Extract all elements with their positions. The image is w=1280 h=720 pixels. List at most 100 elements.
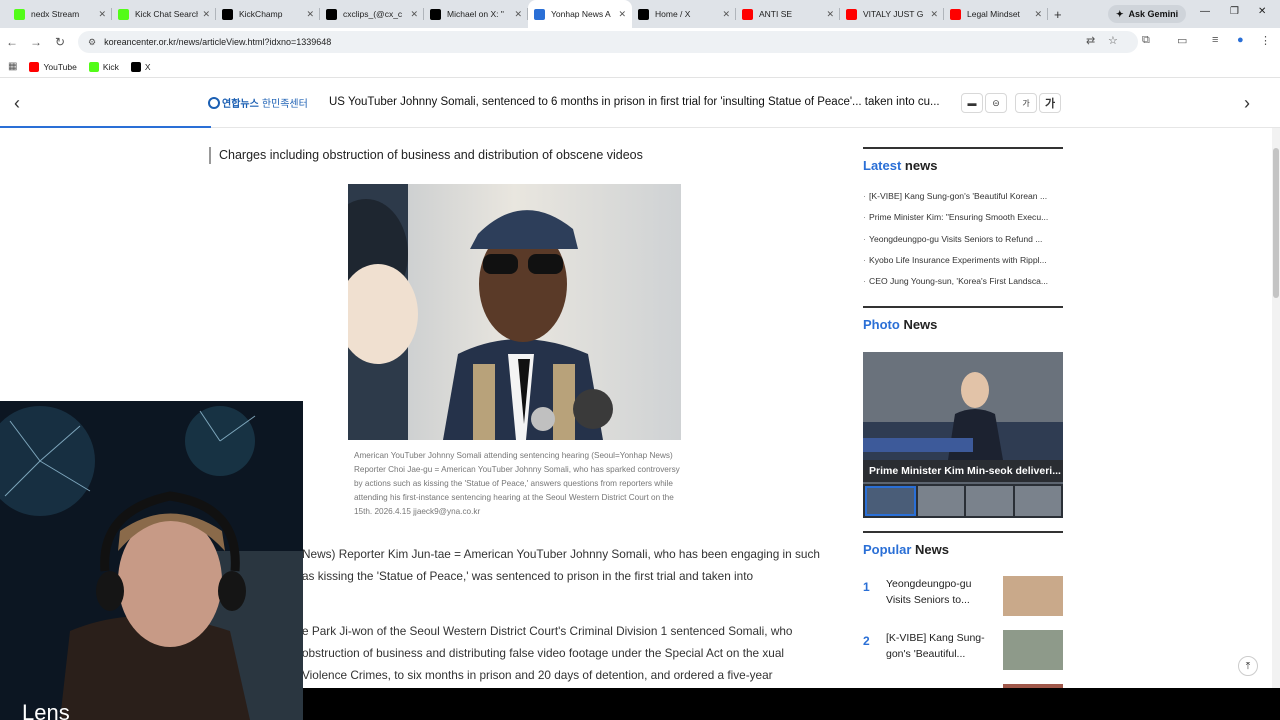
new-tab-button[interactable]: + [1054, 7, 1062, 22]
ask-gemini-button[interactable]: ✦ Ask Gemini [1108, 5, 1187, 23]
photo-news-section: Photo News [863, 306, 1063, 332]
x-icon [222, 8, 233, 20]
bookmark-item[interactable]: YouTube [29, 61, 77, 72]
youtube-icon [950, 8, 961, 20]
apps-grid-icon[interactable]: ▦ [8, 61, 17, 72]
popular-news-section: Popular News [863, 531, 1063, 557]
latest-news-item[interactable]: Prime Minister Kim: "Ensuring Smooth Exe… [863, 212, 1063, 233]
popular-thumbnail [1003, 630, 1063, 670]
browser-tab[interactable]: ANTI SE ✕ [736, 0, 840, 28]
yonhap-logo[interactable]: 연합뉴스 한민족센터 [208, 95, 308, 110]
translate-icon[interactable]: ⇄ [1086, 34, 1095, 47]
prev-article-icon[interactable]: ‹ [14, 93, 20, 114]
close-tab-icon[interactable]: ✕ [410, 9, 418, 20]
latest-news-item[interactable]: CEO Jung Young-sun, 'Korea's First Lands… [863, 276, 1063, 297]
menu-icon[interactable]: ⋮ [1260, 34, 1271, 47]
close-tab-icon[interactable]: ✕ [618, 9, 626, 20]
article-paragraph-2: e Park Ji-won of the Seoul Western Distr… [302, 624, 793, 682]
latest-title-rest: news [901, 158, 938, 173]
youtube-icon [846, 8, 857, 20]
close-tab-icon[interactable]: ✕ [826, 9, 834, 20]
profile-icon[interactable]: ● [1237, 34, 1244, 46]
header-headline: US YouTuber Johnny Somali, sentenced to … [329, 96, 940, 108]
print-icon: ▬ [967, 98, 977, 108]
close-tab-icon[interactable]: ✕ [514, 9, 522, 20]
tab-title: Kick Chat Search [135, 9, 199, 19]
print-button[interactable]: ▬ [961, 93, 983, 113]
font-increase-button[interactable]: 가 [1039, 93, 1061, 113]
bookmark-item[interactable]: X [130, 61, 151, 72]
article-subheading: Charges including obstruction of busines… [209, 147, 643, 164]
maximize-icon[interactable]: ❐ [1230, 6, 1239, 17]
article-paragraph-1: News) Reporter Kim Jun-tae = American Yo… [302, 547, 820, 583]
arrow-up-icon: ⤒ [1245, 660, 1251, 672]
close-tab-icon[interactable]: ✕ [722, 9, 730, 20]
site-info-icon[interactable]: ⚙ [88, 37, 96, 48]
font-large-label: 가 [1044, 98, 1056, 110]
latest-news-item[interactable]: Yeongdeungpo-gu Visits Seniors to Refund… [863, 234, 1063, 255]
reload-icon[interactable]: ↻ [48, 35, 72, 49]
latest-news-title: Latest news [863, 158, 1063, 173]
photo-news-card[interactable]: Prime Minister Kim Min-seok deliveri... [863, 352, 1063, 518]
video-letterbox [303, 688, 1280, 720]
browser-tab[interactable]: cxclips_(@cx_c ✕ [320, 0, 424, 28]
photo-thumb[interactable] [966, 486, 1013, 516]
browser-toolbar: ← → ↻ ⚙ koreancenter.or.kr/news/articleV… [0, 28, 1280, 56]
browser-tab[interactable]: Home / X ✕ [632, 0, 736, 28]
browser-tab[interactable]: Kick Chat Search ✕ [112, 0, 216, 28]
close-tab-icon[interactable]: ✕ [306, 9, 314, 20]
webcam-feed: Lens [0, 401, 303, 720]
photo-thumb[interactable] [1014, 486, 1061, 516]
media-icon[interactable]: ≡ [1212, 34, 1218, 46]
photo-news-title: Photo News [863, 317, 1063, 332]
tab-strip: nedx Stream ✕ Kick Chat Search ✕ KickChamp ✕ c… [0, 0, 1280, 28]
tab-title: Yonhap News A [551, 9, 611, 19]
latest-news-item[interactable]: Kyobo Life Insurance Experiments with Ri… [863, 255, 1063, 276]
close-tab-icon[interactable]: ✕ [202, 9, 210, 20]
ask-gemini-label: Ask Gemini [1128, 9, 1179, 19]
x-icon [638, 8, 649, 20]
forward-icon[interactable]: → [24, 35, 48, 49]
kick-icon [118, 8, 129, 20]
share-link-button[interactable]: ⊝ [985, 93, 1007, 113]
bookmark-label: YouTube [43, 61, 77, 72]
scrollbar-thumb[interactable] [1273, 148, 1279, 298]
bookmark-label: Kick [102, 61, 119, 72]
browser-tab[interactable]: KickChamp ✕ [216, 0, 320, 28]
back-icon[interactable]: ← [0, 35, 24, 49]
close-tab-icon[interactable]: ✕ [98, 9, 106, 20]
browser-tab[interactable]: Legal Mindset ✕ [944, 0, 1048, 28]
minimize-icon[interactable]: — [1200, 6, 1210, 17]
bookmark-item[interactable]: Kick [88, 61, 119, 72]
photo-thumb[interactable] [917, 486, 964, 516]
address-bar[interactable]: ⚙ koreancenter.or.kr/news/articleView.ht… [78, 31, 1138, 53]
bookmark-favicon-icon [29, 61, 40, 72]
back-to-top-button[interactable]: ⤒ [1238, 656, 1258, 676]
close-tab-icon[interactable]: ✕ [930, 9, 938, 20]
font-decrease-button[interactable]: 가 [1015, 93, 1037, 113]
article-header-bar: ‹ 연합뉴스 한민족센터 US YouTuber Johnny Somali, … [0, 79, 1280, 128]
popular-headline: [K-VIBE] Kang Sung-gon's 'Beautiful... [886, 632, 985, 660]
url-text: koreancenter.or.kr/news/articleView.html… [104, 37, 332, 47]
close-tab-icon[interactable]: ✕ [1034, 9, 1042, 20]
bookmark-favicon-icon [88, 61, 99, 72]
browser-tab[interactable]: Yonhap News A ✕ [528, 0, 632, 28]
link-icon: ⊝ [992, 97, 1000, 108]
cast-icon[interactable]: ▭ [1177, 34, 1187, 47]
bookmark-star-icon[interactable]: ☆ [1108, 34, 1118, 47]
photo-news-image [863, 352, 1063, 460]
tab-title: Michael on X: " [447, 9, 504, 19]
logo-sub: 한민족센터 [261, 99, 308, 110]
popular-item[interactable]: 1 Yeongdeungpo-gu Visits Seniors to... [863, 576, 1063, 616]
next-article-icon[interactable]: › [1244, 93, 1250, 114]
photo-thumb[interactable] [865, 486, 916, 516]
popular-item[interactable]: 2 [K-VIBE] Kang Sung-gon's 'Beautiful... [863, 630, 1063, 670]
photo-news-caption: Prime Minister Kim Min-seok deliveri... [863, 460, 1063, 482]
browser-tab[interactable]: Michael on X: " ✕ [424, 0, 528, 28]
browser-tab[interactable]: VITALY JUST G ✕ [840, 0, 944, 28]
extensions-icon[interactable]: ⧉ [1142, 34, 1150, 47]
latest-news-item[interactable]: [K-VIBE] Kang Sung-gon's 'Beautiful Kore… [863, 191, 1063, 212]
browser-tab[interactable]: nedx Stream ✕ [8, 0, 112, 28]
close-window-icon[interactable]: ✕ [1258, 6, 1266, 17]
popular-rank: 1 [863, 580, 870, 594]
